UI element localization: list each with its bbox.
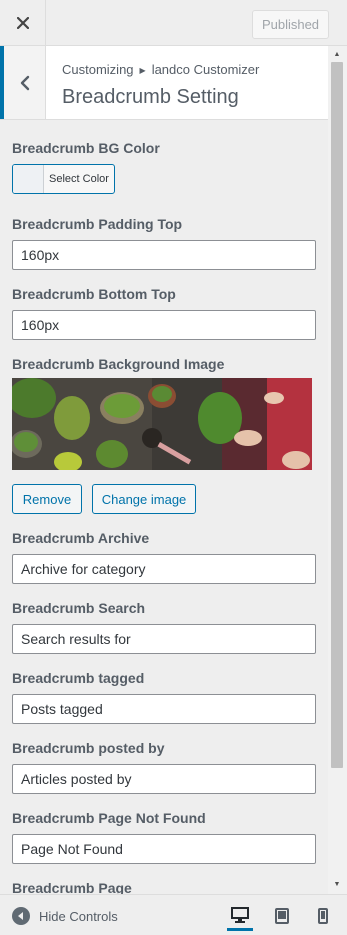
bottom-top-control: Breadcrumb Bottom Top [12, 286, 316, 342]
posted-by-control: Breadcrumb posted by [12, 740, 316, 796]
remove-image-button[interactable]: Remove [12, 484, 82, 514]
bg-color-label: Breadcrumb BG Color [12, 140, 160, 156]
section-title: Breadcrumb Setting [62, 86, 239, 108]
tagged-input[interactable] [12, 694, 316, 724]
collapse-icon [12, 907, 30, 925]
mobile-icon [318, 908, 328, 924]
page-label: Breadcrumb Page [12, 880, 132, 894]
not-found-control: Breadcrumb Page Not Found [12, 810, 316, 866]
posted-by-input[interactable] [12, 764, 316, 794]
breadcrumb-panel: landco Customizer [151, 62, 260, 77]
archive-label: Breadcrumb Archive [12, 530, 150, 546]
background-image-control: Breadcrumb Background Image Remove Chang… [12, 356, 316, 516]
desktop-preview-button[interactable] [227, 901, 253, 931]
tablet-preview-button[interactable] [269, 903, 295, 929]
scroll-down-arrow[interactable]: ▼ [332, 879, 342, 889]
scrollbar-thumb[interactable] [331, 62, 343, 768]
hide-controls-button[interactable]: Hide Controls [12, 906, 118, 926]
search-input[interactable] [12, 624, 316, 654]
tablet-icon [275, 908, 289, 924]
desktop-icon [231, 906, 249, 923]
posted-by-label: Breadcrumb posted by [12, 740, 165, 756]
tagged-label: Breadcrumb tagged [12, 670, 145, 686]
plants-image [12, 378, 312, 470]
back-button[interactable] [0, 46, 46, 119]
padding-top-label: Breadcrumb Padding Top [12, 216, 183, 232]
padding-top-control: Breadcrumb Padding Top [12, 216, 316, 272]
mobile-preview-button[interactable] [310, 903, 336, 929]
scroll-up-arrow[interactable]: ▲ [332, 49, 342, 59]
change-image-button[interactable]: Change image [92, 484, 196, 514]
padding-top-input[interactable] [12, 240, 316, 270]
hide-controls-label: Hide Controls [39, 908, 118, 924]
archive-control: Breadcrumb Archive [12, 530, 316, 586]
search-label: Breadcrumb Search [12, 600, 146, 616]
customizer-footer: Hide Controls [0, 894, 347, 935]
bottom-top-label: Breadcrumb Bottom Top [12, 286, 176, 302]
tagged-control: Breadcrumb tagged [12, 670, 316, 726]
not-found-label: Breadcrumb Page Not Found [12, 810, 206, 826]
breadcrumb: Customizing ▶ landco Customizer [62, 62, 259, 77]
not-found-input[interactable] [12, 834, 316, 864]
background-image-preview[interactable] [12, 378, 312, 470]
controls-panel[interactable]: Breadcrumb BG Color Select Color Breadcr… [0, 120, 328, 894]
publish-button[interactable]: Published [252, 10, 329, 39]
bg-color-control: Breadcrumb BG Color Select Color [12, 140, 316, 200]
background-image-label: Breadcrumb Background Image [12, 356, 225, 372]
close-icon [16, 17, 29, 29]
select-color-button[interactable]: Select Color [12, 164, 115, 194]
breadcrumb-root: Customizing [62, 62, 134, 77]
chevron-left-icon [20, 75, 29, 90]
bottom-top-input[interactable] [12, 310, 316, 340]
archive-input[interactable] [12, 554, 316, 584]
close-customizer-button[interactable] [0, 0, 46, 46]
section-header: Customizing ▶ landco Customizer Breadcrumb… [0, 46, 328, 120]
color-swatch [13, 165, 44, 193]
select-color-label: Select Color [49, 173, 109, 185]
customizer-header: Published [0, 0, 347, 46]
triangle-right-icon: ▶ [139, 66, 146, 75]
search-control: Breadcrumb Search [12, 600, 316, 656]
page-control: Breadcrumb Page [12, 880, 316, 894]
